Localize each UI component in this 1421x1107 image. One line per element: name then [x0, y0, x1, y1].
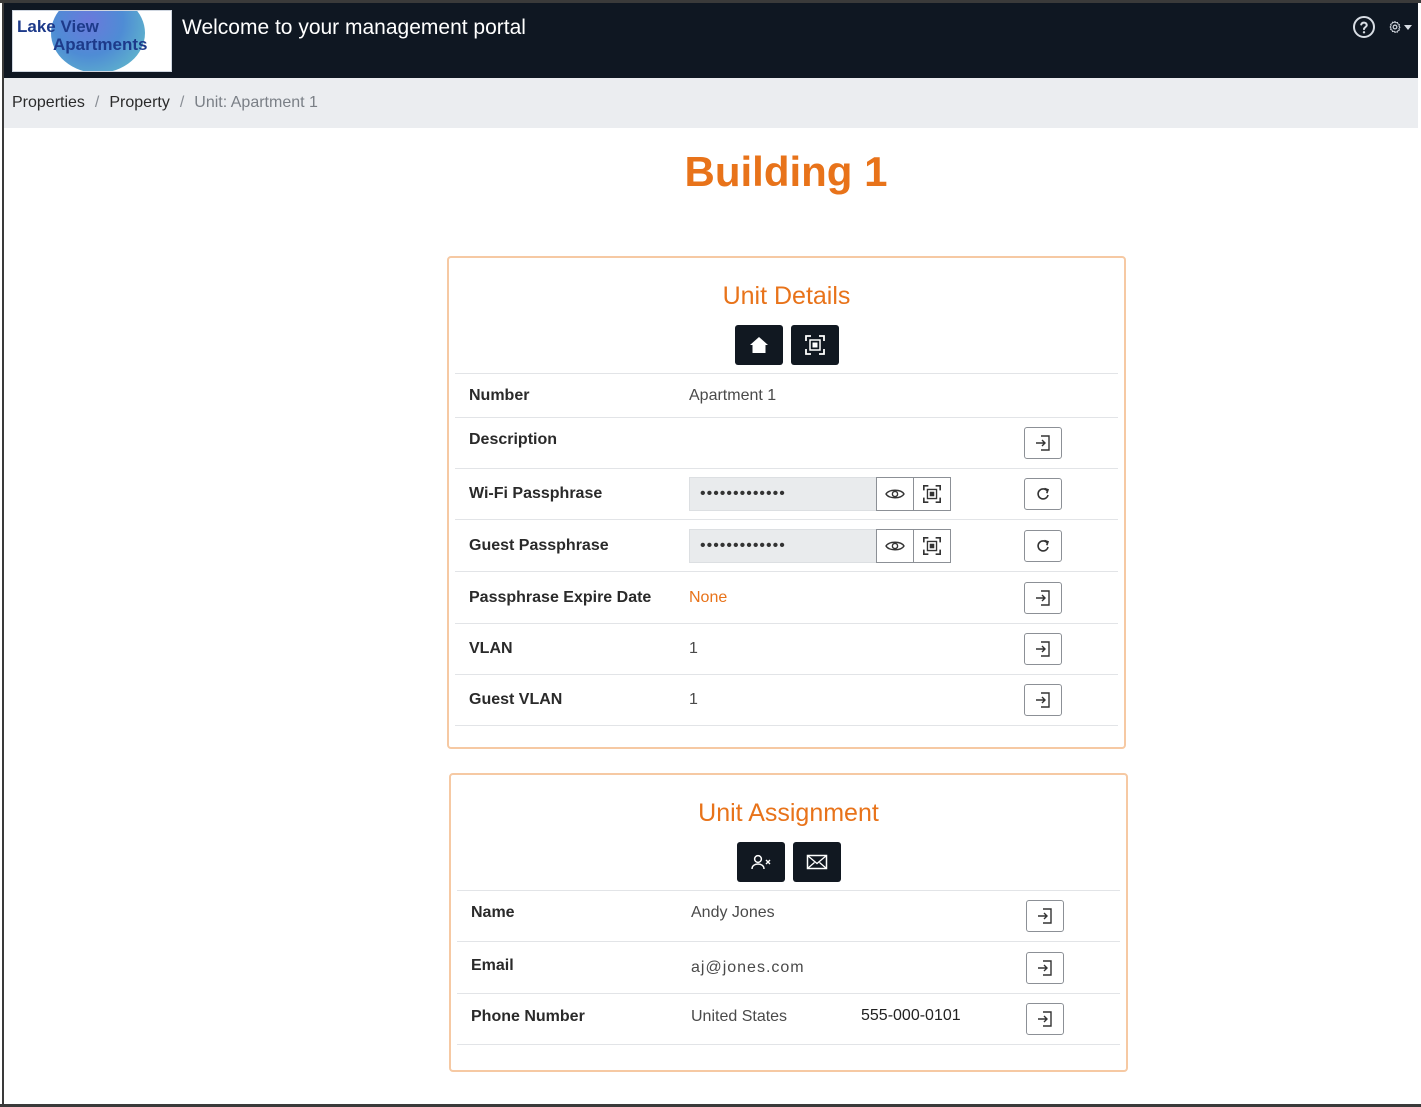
settings-menu[interactable]	[1388, 15, 1412, 39]
qr-code-button[interactable]	[790, 325, 839, 365]
unit-assignment-title: Unit Assignment	[698, 799, 879, 827]
brand-logo[interactable]: Lake View Apartments	[12, 9, 172, 72]
row-email: Email aj@jones.com	[457, 941, 1120, 993]
logo-text-line2: Apartments	[53, 34, 148, 54]
mail-icon	[806, 854, 827, 870]
eye-icon	[885, 489, 905, 499]
name-label: Name	[471, 904, 515, 921]
row-vlan: VLAN 1	[455, 623, 1118, 674]
unit-assignment-card: Unit Assignment Name Andy Jones Email aj…	[449, 773, 1128, 1072]
chevron-down-icon	[1404, 24, 1412, 30]
row-phone-number: Phone Number United States 555-000-0101	[457, 993, 1120, 1045]
breadcrumb-separator: /	[179, 94, 185, 111]
breadcrumb-current: Unit: Apartment 1	[194, 94, 318, 111]
vlan-label: VLAN	[469, 640, 513, 657]
qr-code-icon	[804, 335, 825, 355]
edit-icon	[1038, 959, 1052, 976]
breadcrumb-separator: /	[94, 94, 100, 111]
row-passphrase-expire-date: Passphrase Expire Date None	[455, 571, 1118, 623]
number-value: Apartment 1	[689, 386, 777, 404]
remove-user-icon	[750, 854, 770, 870]
guest-qr-code-button[interactable]	[914, 528, 951, 563]
qr-code-icon	[923, 485, 941, 503]
wifi-passphrase-label: Wi-Fi Passphrase	[469, 485, 603, 502]
refresh-icon	[1037, 539, 1050, 552]
regenerate-guest-passphrase-button[interactable]	[1024, 529, 1062, 562]
unit-details-actions	[449, 325, 1124, 365]
regenerate-wifi-passphrase-button[interactable]	[1024, 478, 1062, 510]
edit-guest-vlan-button[interactable]	[1024, 684, 1062, 716]
row-guest-passphrase: Guest Passphrase •••••••••••••	[455, 519, 1118, 571]
unit-details-card: Unit Details Number Apartment 1 Descript…	[447, 256, 1126, 749]
edit-description-button[interactable]	[1024, 427, 1062, 459]
unassign-user-button[interactable]	[736, 842, 785, 882]
show-guest-passphrase-button[interactable]	[876, 528, 914, 563]
edit-phone-button[interactable]	[1026, 1003, 1064, 1035]
wifi-passphrase-group: •••••••••••••	[689, 477, 951, 511]
expire-date-label: Passphrase Expire Date	[469, 588, 652, 606]
row-guest-vlan: Guest VLAN 1	[455, 674, 1118, 726]
breadcrumb-properties[interactable]: Properties	[12, 94, 85, 112]
unit-details-table: Number Apartment 1 Description Wi-Fi Pas…	[455, 373, 1118, 726]
row-description: Description	[455, 417, 1118, 468]
row-wifi-passphrase: Wi-Fi Passphrase •••••••••••••	[455, 468, 1118, 519]
edit-name-button[interactable]	[1026, 900, 1064, 932]
description-label: Description	[469, 431, 558, 448]
edit-icon	[1038, 908, 1052, 924]
home-icon	[749, 337, 768, 353]
guest-passphrase-label: Guest Passphrase	[469, 536, 609, 554]
edit-icon	[1036, 589, 1050, 606]
number-label: Number	[469, 386, 530, 404]
unit-assignment-table: Name Andy Jones Email aj@jones.com Phone…	[457, 890, 1120, 1045]
wifi-passphrase-field[interactable]: •••••••••••••	[689, 477, 876, 511]
edit-expire-date-button[interactable]	[1024, 581, 1062, 614]
guest-vlan-label: Guest VLAN	[469, 691, 563, 708]
navbar-icons	[1352, 15, 1412, 39]
unit-assignment-actions	[451, 842, 1126, 882]
edit-icon	[1036, 692, 1050, 708]
top-navbar: Lake View Apartments Welcome to your man…	[4, 3, 1418, 78]
page-title: Building 1	[684, 148, 888, 195]
row-name: Name Andy Jones	[457, 890, 1120, 941]
gear-icon	[1389, 20, 1401, 34]
wifi-qr-code-button[interactable]	[914, 477, 951, 511]
welcome-message: Welcome to your management portal	[182, 15, 526, 39]
row-number: Number Apartment 1	[455, 373, 1118, 417]
breadcrumb: Properties / Property / Unit: Apartment …	[4, 78, 1418, 128]
guest-passphrase-group: •••••••••••••	[689, 528, 951, 563]
edit-email-button[interactable]	[1026, 951, 1064, 984]
phone-label: Phone Number	[471, 1008, 585, 1025]
guest-passphrase-field[interactable]: •••••••••••••	[689, 528, 876, 563]
phone-number-value: 555-000-0101	[861, 1007, 961, 1024]
help-icon[interactable]	[1352, 15, 1376, 39]
eye-icon	[885, 541, 905, 550]
unit-details-title: Unit Details	[722, 282, 851, 310]
email-button[interactable]	[792, 842, 841, 882]
logo-text-line1: Lake View	[17, 16, 99, 36]
edit-icon	[1038, 1011, 1052, 1027]
edit-icon	[1036, 435, 1050, 451]
qr-code-icon	[923, 536, 941, 555]
refresh-icon	[1037, 487, 1050, 500]
show-wifi-passphrase-button[interactable]	[876, 477, 914, 511]
breadcrumb-property[interactable]: Property	[109, 94, 169, 112]
email-label: Email	[471, 956, 514, 974]
edit-icon	[1036, 641, 1050, 657]
home-button[interactable]	[734, 325, 783, 365]
edit-vlan-button[interactable]	[1024, 633, 1062, 665]
